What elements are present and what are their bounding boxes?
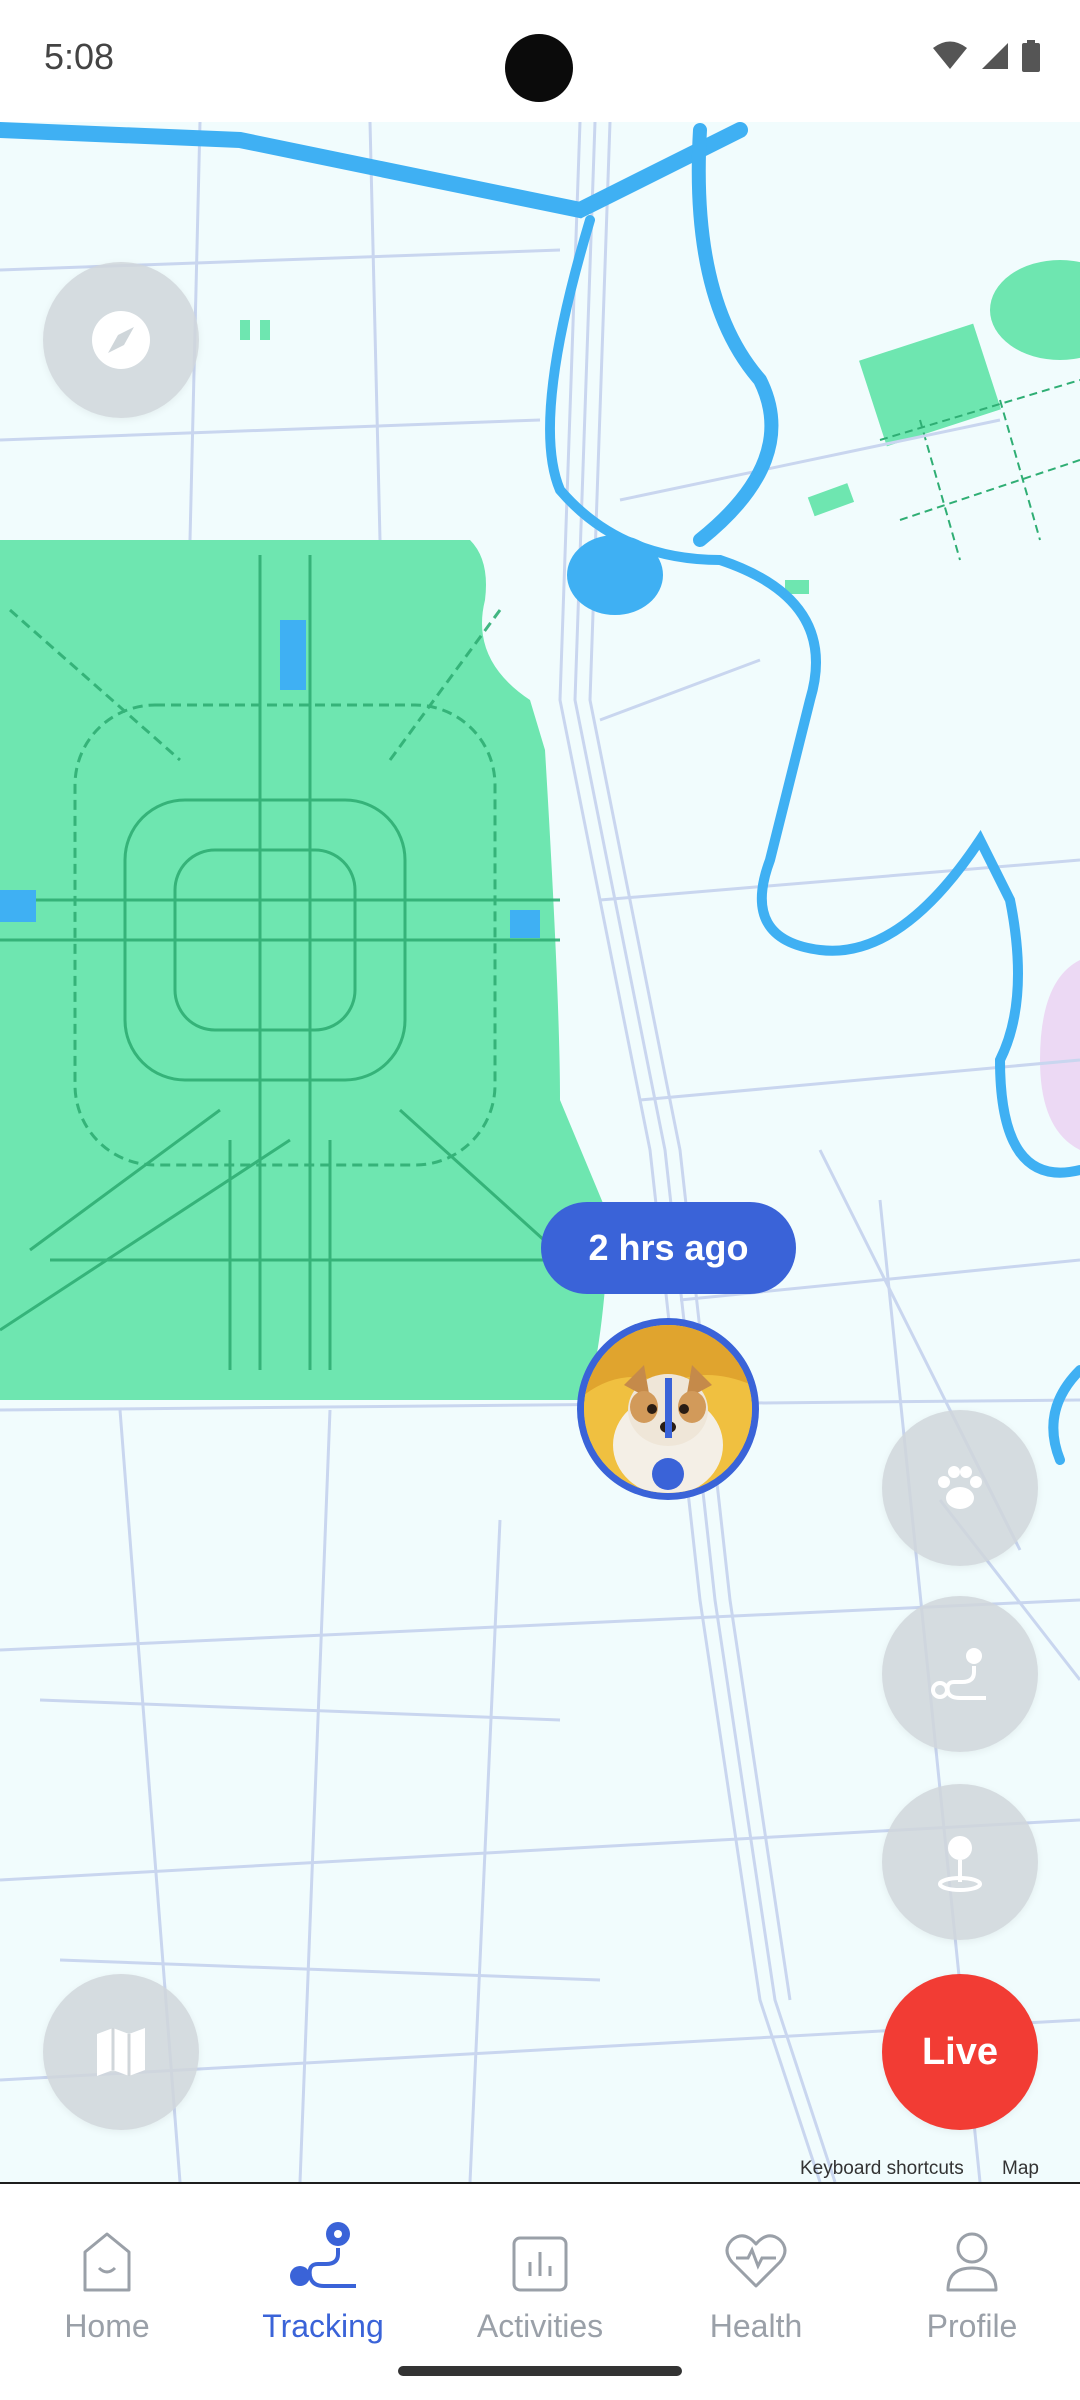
nav-label-activities: Activities — [476, 2308, 604, 2344]
battery-icon — [1022, 40, 1040, 72]
live-button[interactable]: Live — [882, 1974, 1038, 2130]
nav-item-health[interactable]: Health — [661, 2220, 851, 2345]
location-pin-icon — [938, 1836, 982, 1892]
paw-button[interactable] — [882, 1410, 1038, 1566]
nav-label-tracking: Tracking — [262, 2308, 384, 2344]
tracking-icon — [290, 2222, 356, 2288]
nav-label-profile: Profile — [926, 2308, 1018, 2344]
location-button[interactable] — [882, 1784, 1038, 1940]
compass-icon — [92, 311, 150, 369]
nav-item-home[interactable]: Home — [12, 2220, 202, 2345]
nav-item-tracking[interactable]: Tracking — [228, 2220, 418, 2345]
profile-icon — [946, 2232, 998, 2292]
nav-item-activities[interactable]: Activities — [445, 2220, 635, 2345]
map-type-button[interactable] — [43, 1974, 199, 2130]
nav-label-health: Health — [709, 2308, 803, 2344]
status-icons — [932, 40, 1040, 72]
route-icon — [931, 1648, 986, 1700]
signal-icon — [982, 43, 1008, 69]
last-seen-badge: 2 hrs ago — [541, 1202, 796, 1294]
map-icon — [97, 2028, 145, 2076]
keyboard-shortcuts-link[interactable]: Keyboard shortcuts — [800, 2158, 964, 2180]
status-bar: 5:08 — [0, 0, 1080, 120]
status-time: 5:08 — [44, 36, 115, 77]
location-dot — [652, 1458, 684, 1490]
activities-icon — [512, 2236, 568, 2292]
nav-item-profile[interactable]: Profile — [877, 2220, 1067, 2345]
map-data-link[interactable]: Map data — [1002, 2158, 1080, 2182]
wifi-icon — [933, 41, 967, 69]
home-icon — [83, 2232, 131, 2292]
home-indicator[interactable] — [398, 2366, 682, 2376]
route-button[interactable] — [882, 1596, 1038, 1752]
health-icon — [725, 2234, 787, 2288]
marker-stem — [665, 1378, 672, 1438]
map-view[interactable]: 2 hrs ago Live Keyboard shortcuts Map da… — [0, 122, 1080, 2182]
nav-label-home: Home — [64, 2308, 150, 2344]
camera-cutout — [505, 34, 573, 102]
compass-button[interactable] — [43, 262, 199, 418]
paw-icon — [938, 1466, 982, 1509]
